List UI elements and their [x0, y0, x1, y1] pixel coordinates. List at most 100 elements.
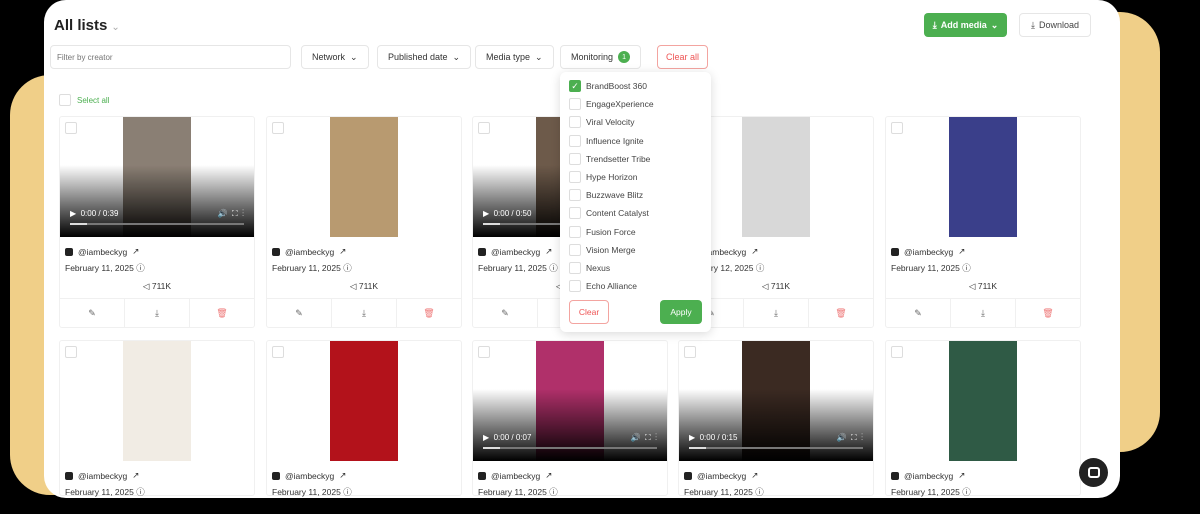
external-link-icon[interactable]: ↗ — [339, 470, 346, 481]
card-checkbox[interactable] — [684, 346, 696, 358]
info-icon[interactable]: ⓘ — [343, 263, 352, 273]
monitoring-option[interactable]: Echo Alliance — [560, 277, 711, 295]
edit-button[interactable]: ✎ — [886, 299, 951, 328]
play-icon[interactable]: ▶ — [689, 433, 695, 442]
video-progress[interactable] — [689, 447, 863, 449]
external-link-icon[interactable]: ↗ — [339, 246, 346, 257]
monitoring-option[interactable]: Trendsetter Tribe — [560, 150, 711, 168]
info-icon[interactable]: ⓘ — [136, 487, 145, 497]
play-icon[interactable]: ▶ — [483, 209, 489, 218]
page-title[interactable]: All lists ⌄ — [54, 17, 120, 34]
external-link-icon[interactable]: ↗ — [545, 246, 552, 257]
external-link-icon[interactable]: ↗ — [751, 246, 758, 257]
creator-handle[interactable]: @iambeckyg — [491, 247, 540, 257]
media-card[interactable]: @iambeckyg ↗ February 11, 2025 ⓘ ◁ 711K ✎… — [885, 116, 1081, 328]
video-progress[interactable] — [70, 223, 244, 225]
creator-handle[interactable]: @iambeckyg — [285, 471, 334, 481]
clear-all-button[interactable]: Clear all — [657, 45, 708, 69]
monitoring-option[interactable]: EngageXperience — [560, 95, 711, 113]
download-button[interactable]: ⤓ — [951, 299, 1016, 328]
info-icon[interactable]: ⓘ — [136, 263, 145, 273]
card-checkbox[interactable] — [65, 346, 77, 358]
external-link-icon[interactable]: ↗ — [958, 246, 965, 257]
creator-handle[interactable]: @iambeckyg — [904, 247, 953, 257]
media-thumbnail[interactable] — [886, 117, 1080, 237]
delete-button[interactable]: 🗑 — [190, 299, 254, 328]
media-card[interactable]: ▶ 0:00 / 0:07 🔊 ⛶ ⋮ @iambeckyg ↗ February … — [472, 340, 668, 497]
media-type-filter[interactable]: Media type ⌄ — [475, 45, 554, 69]
delete-button[interactable]: 🗑 — [1016, 299, 1080, 328]
media-thumbnail[interactable] — [267, 341, 461, 461]
monitoring-option[interactable]: Content Catalyst — [560, 204, 711, 222]
checkbox[interactable] — [569, 189, 581, 202]
card-checkbox[interactable] — [891, 122, 903, 134]
monitoring-filter[interactable]: Monitoring 1 — [560, 45, 642, 69]
edit-button[interactable]: ✎ — [60, 299, 125, 328]
video-progress[interactable] — [483, 447, 657, 449]
external-link-icon[interactable]: ↗ — [132, 246, 139, 257]
card-checkbox[interactable] — [65, 122, 77, 134]
info-icon[interactable]: ⓘ — [549, 487, 558, 497]
monitoring-option[interactable]: Influence Ignite — [560, 132, 711, 150]
media-thumbnail[interactable] — [60, 341, 254, 461]
checkbox[interactable] — [569, 134, 581, 147]
info-icon[interactable]: ⓘ — [962, 263, 971, 273]
checkbox[interactable] — [569, 116, 581, 129]
checkbox[interactable] — [569, 261, 581, 274]
play-icon[interactable]: ▶ — [483, 433, 489, 442]
checkbox[interactable] — [569, 207, 581, 220]
external-link-icon[interactable]: ↗ — [132, 470, 139, 481]
creator-filter-input[interactable] — [50, 45, 291, 69]
media-card[interactable]: @iambeckyg ↗ February 11, 2025 ⓘ — [266, 340, 462, 497]
monitoring-option[interactable]: Buzzwave Blitz — [560, 186, 711, 204]
monitoring-option[interactable]: Vision Merge — [560, 241, 711, 259]
clear-button[interactable]: Clear — [569, 300, 609, 324]
monitoring-option[interactable]: Viral Velocity — [560, 113, 711, 131]
edit-button[interactable]: ✎ — [473, 299, 538, 328]
info-icon[interactable]: ⓘ — [962, 487, 971, 497]
monitoring-option[interactable]: Hype Horizon — [560, 168, 711, 186]
creator-handle[interactable]: @iambeckyg — [491, 471, 540, 481]
delete-button[interactable]: 🗑 — [809, 299, 873, 328]
media-card[interactable]: @iambeckyg ↗ February 11, 2025 ⓘ ◁ 711K ✎… — [266, 116, 462, 328]
creator-handle[interactable]: @iambeckyg — [697, 471, 746, 481]
checkbox[interactable] — [569, 225, 581, 238]
external-link-icon[interactable]: ↗ — [545, 470, 552, 481]
select-all-checkbox[interactable] — [59, 94, 71, 106]
creator-handle[interactable]: @iambeckyg — [904, 471, 953, 481]
media-thumbnail[interactable] — [886, 341, 1080, 461]
edit-button[interactable]: ✎ — [267, 299, 332, 328]
monitoring-option[interactable]: Nexus — [560, 259, 711, 277]
add-media-button[interactable]: ⤓ Add media ⌄ — [924, 13, 1007, 37]
media-card[interactable]: @iambeckyg ↗ February 11, 2025 ⓘ — [885, 340, 1081, 497]
media-card[interactable]: ▶ 0:00 / 0:15 🔊 ⛶ ⋮ @iambeckyg ↗ February … — [678, 340, 874, 497]
chat-button[interactable] — [1079, 458, 1108, 487]
checkbox[interactable] — [569, 243, 581, 256]
video-player[interactable]: ▶ 0:00 / 0:15 🔊 ⛶ ⋮ — [679, 341, 873, 461]
checkbox[interactable] — [569, 98, 581, 111]
delete-button[interactable]: 🗑 — [397, 299, 461, 328]
card-checkbox[interactable] — [272, 346, 284, 358]
published-date-filter[interactable]: Published date ⌄ — [377, 45, 472, 69]
video-controls-icon[interactable]: 🔊 ⛶ ⋮ — [218, 209, 244, 219]
apply-button[interactable]: Apply — [660, 300, 702, 324]
video-player[interactable]: ▶ 0:00 / 0:39 🔊 ⛶ ⋮ — [60, 117, 254, 237]
play-icon[interactable]: ▶ — [70, 209, 76, 218]
info-icon[interactable]: ⓘ — [756, 263, 765, 273]
media-card[interactable]: ▶ 0:00 / 0:39 🔊 ⛶ ⋮ @iambeckyg ↗ February … — [59, 116, 255, 328]
download-button[interactable]: ⤓ — [744, 299, 809, 328]
card-checkbox[interactable] — [478, 346, 490, 358]
media-thumbnail[interactable] — [267, 117, 461, 237]
checkbox[interactable] — [569, 152, 581, 165]
external-link-icon[interactable]: ↗ — [958, 470, 965, 481]
monitoring-option[interactable]: Fusion Force — [560, 223, 711, 241]
checkbox[interactable] — [569, 171, 581, 184]
info-icon[interactable]: ⓘ — [755, 487, 764, 497]
card-checkbox[interactable] — [272, 122, 284, 134]
info-icon[interactable]: ⓘ — [343, 487, 352, 497]
video-controls-icon[interactable]: 🔊 ⛶ ⋮ — [631, 433, 657, 443]
network-filter[interactable]: Network ⌄ — [301, 45, 369, 69]
select-all[interactable]: Select all — [59, 94, 109, 106]
card-checkbox[interactable] — [891, 346, 903, 358]
external-link-icon[interactable]: ↗ — [751, 470, 758, 481]
